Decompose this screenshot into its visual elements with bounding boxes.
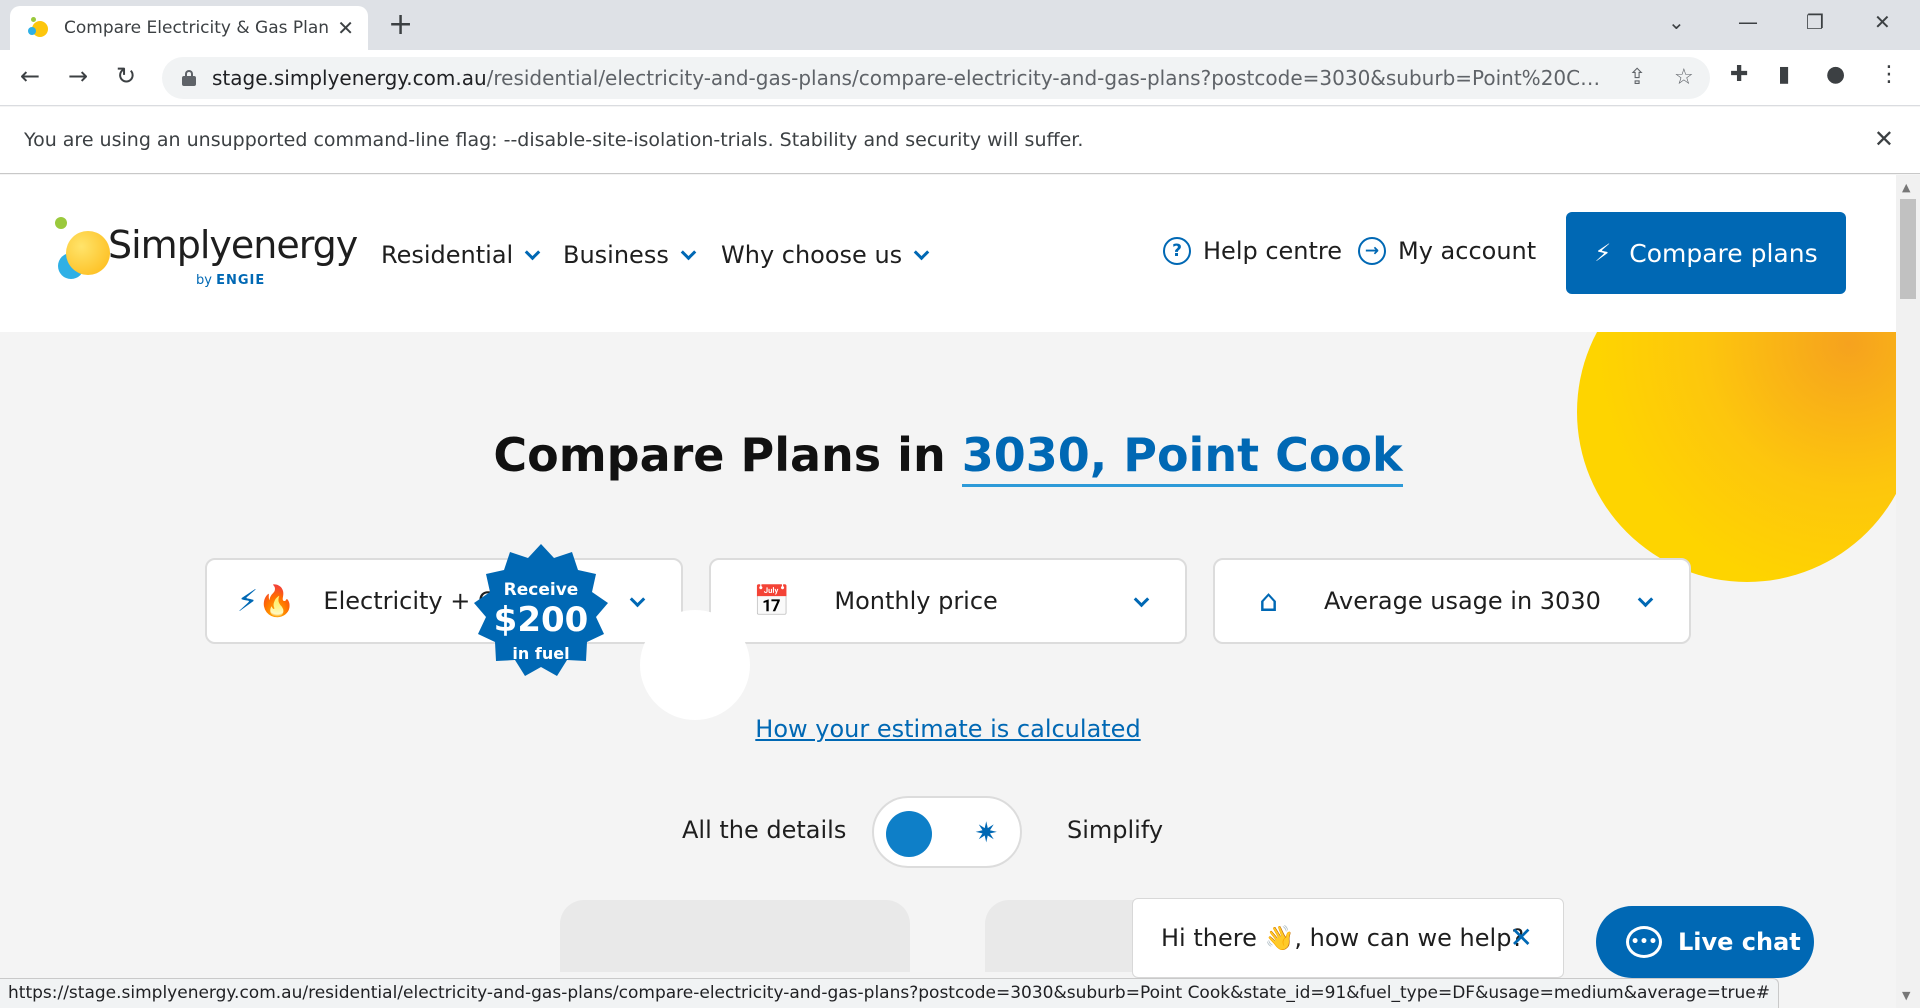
toggle-all-details-label[interactable]: All the details (682, 816, 846, 844)
page-scrollbar[interactable]: ▲ ▼ (1896, 175, 1920, 1008)
browser-toolbar: ← → ↻ stage.simplyenergy.com.au/resident… (0, 50, 1920, 106)
logo-energy: energy (230, 223, 358, 267)
usage-value: Average usage in 3030 (1324, 587, 1601, 615)
chat-bubble-icon: ••• (1626, 926, 1662, 958)
extensions-icon[interactable]: ✚ (1730, 62, 1748, 87)
site-header: Simplyenergy by ENGIE Residential Busine… (0, 175, 1896, 332)
chrome-menu-icon[interactable]: ⋮ (1878, 62, 1900, 87)
nav-residential[interactable]: Residential (381, 241, 541, 269)
url-path: /residential/electricity-and-gas-plans/c… (486, 66, 1602, 90)
badge-line-3: in fuel (512, 644, 570, 663)
page-title: Compare Plans in 3030, Point Cook (0, 428, 1896, 487)
main-content: Compare Plans in 3030, Point Cook ⚡🔥 Ele… (0, 332, 1896, 972)
url-host: stage.simplyenergy.com.au (212, 66, 487, 90)
url-text[interactable]: stage.simplyenergy.com.au/residential/el… (212, 66, 1602, 90)
headline-prefix: Compare Plans in (493, 428, 946, 482)
view-mode-toggle[interactable]: ✷ (872, 796, 1022, 868)
waving-hand-icon: 👋 (1264, 924, 1295, 952)
chat-greeting-suffix: , how can we help? (1294, 924, 1525, 952)
chat-greeting-bubble[interactable]: Hi there 👋, how can we help? ✕ (1132, 898, 1564, 978)
estimate-link-wrap: How your estimate is calculated (0, 715, 1896, 743)
question-icon: ? (1163, 237, 1191, 265)
plan-card-icon-circle (640, 610, 750, 720)
my-account-link[interactable]: → My account (1358, 237, 1536, 265)
live-chat-button[interactable]: ••• Live chat (1596, 906, 1814, 978)
back-icon[interactable]: ← (20, 62, 40, 90)
share-icon[interactable]: ⇪ (1628, 65, 1646, 90)
chevron-down-icon (1637, 591, 1654, 608)
status-bar-url: https://stage.simplyenergy.com.au/reside… (0, 978, 1779, 1008)
site-favicon-icon (28, 17, 50, 39)
chevron-down-icon (913, 244, 930, 260)
infobar-close-icon[interactable]: ✕ (1874, 125, 1894, 153)
sign-in-icon: → (1358, 237, 1386, 265)
chat-close-icon[interactable]: ✕ (1510, 921, 1533, 954)
warning-infobar: You are using an unsupported command-lin… (0, 107, 1920, 174)
compare-plans-button[interactable]: ⚡ Compare plans (1566, 212, 1846, 294)
calendar-icon: 📅 (753, 583, 791, 619)
tab-title: Compare Electricity & Gas Plans | (64, 18, 330, 38)
badge-line-1: Receive (503, 580, 579, 600)
bookmark-star-icon[interactable]: ☆ (1674, 65, 1694, 90)
nav-business[interactable]: Business (563, 241, 697, 269)
home-icon: ⌂ (1259, 583, 1279, 619)
my-account-label: My account (1398, 237, 1537, 265)
price-period-value: Monthly price (834, 587, 998, 615)
tab-search-icon[interactable]: ⌄ (1668, 10, 1685, 34)
chevron-down-icon (680, 244, 697, 260)
address-bar[interactable]: stage.simplyenergy.com.au/residential/el… (162, 57, 1710, 99)
magic-wand-icon: ✷ (974, 816, 998, 849)
electricity-gas-icon: ⚡🔥 (237, 583, 296, 619)
help-centre-label: Help centre (1203, 237, 1343, 265)
infobar-message: You are using an unsupported command-lin… (24, 129, 1084, 151)
side-panel-icon[interactable]: ▮ (1778, 62, 1790, 87)
fuel-offer-badge: Receive $200 in fuel (468, 540, 614, 686)
help-centre-link[interactable]: ? Help centre (1163, 237, 1342, 265)
nav-business-label: Business (563, 241, 669, 269)
chevron-down-icon (629, 591, 646, 608)
forward-icon[interactable]: → (68, 62, 88, 90)
compare-bolt-icon: ⚡ (1594, 239, 1612, 267)
price-period-dropdown[interactable]: 📅 Monthly price (709, 558, 1187, 644)
estimate-calculation-link[interactable]: How your estimate is calculated (755, 715, 1140, 743)
logo-wordmark: Simplyenergy (108, 223, 358, 267)
profile-avatar-icon[interactable]: ● (1826, 62, 1845, 87)
restore-icon[interactable]: ❐ (1806, 10, 1824, 34)
chevron-down-icon (1133, 591, 1150, 608)
nav-why-choose-us-label: Why choose us (721, 241, 903, 269)
new-tab-button[interactable]: + (388, 10, 413, 40)
browser-tab-bar: Compare Electricity & Gas Plans | ✕ + ⌄ … (0, 0, 1920, 50)
badge-amount: $200 (493, 600, 589, 640)
nav-residential-label: Residential (381, 241, 514, 269)
usage-dropdown[interactable]: ⌂ Average usage in 3030 (1213, 558, 1691, 644)
toggle-simplify-label[interactable]: Simplify (1067, 816, 1163, 844)
logo-engie: ENGIE (216, 273, 266, 288)
scroll-up-icon[interactable]: ▲ (1902, 181, 1910, 194)
nav-why-choose-us[interactable]: Why choose us (721, 241, 930, 269)
window-close-icon[interactable]: ✕ (1874, 10, 1891, 34)
chevron-down-icon (524, 244, 541, 260)
logo-byline: by ENGIE (196, 273, 265, 288)
lock-icon (182, 70, 196, 86)
location-link[interactable]: 3030, Point Cook (961, 428, 1403, 487)
chat-greeting-prefix: Hi there (1161, 924, 1257, 952)
tab-close-icon[interactable]: ✕ (337, 16, 354, 40)
logo-simply: Simply (108, 223, 232, 267)
plan-card (560, 900, 910, 972)
reload-icon[interactable]: ↻ (116, 62, 136, 90)
simply-energy-logo[interactable]: Simplyenergy by ENGIE (46, 215, 358, 295)
live-chat-label: Live chat (1678, 928, 1801, 956)
scrollbar-thumb[interactable] (1900, 199, 1916, 299)
compare-plans-label: Compare plans (1629, 238, 1818, 268)
toggle-knob (886, 811, 932, 857)
minimize-icon[interactable]: — (1738, 10, 1758, 34)
logo-by: by (196, 273, 212, 288)
scroll-down-icon[interactable]: ▼ (1902, 989, 1910, 1002)
browser-tab[interactable]: Compare Electricity & Gas Plans | ✕ (10, 6, 368, 50)
